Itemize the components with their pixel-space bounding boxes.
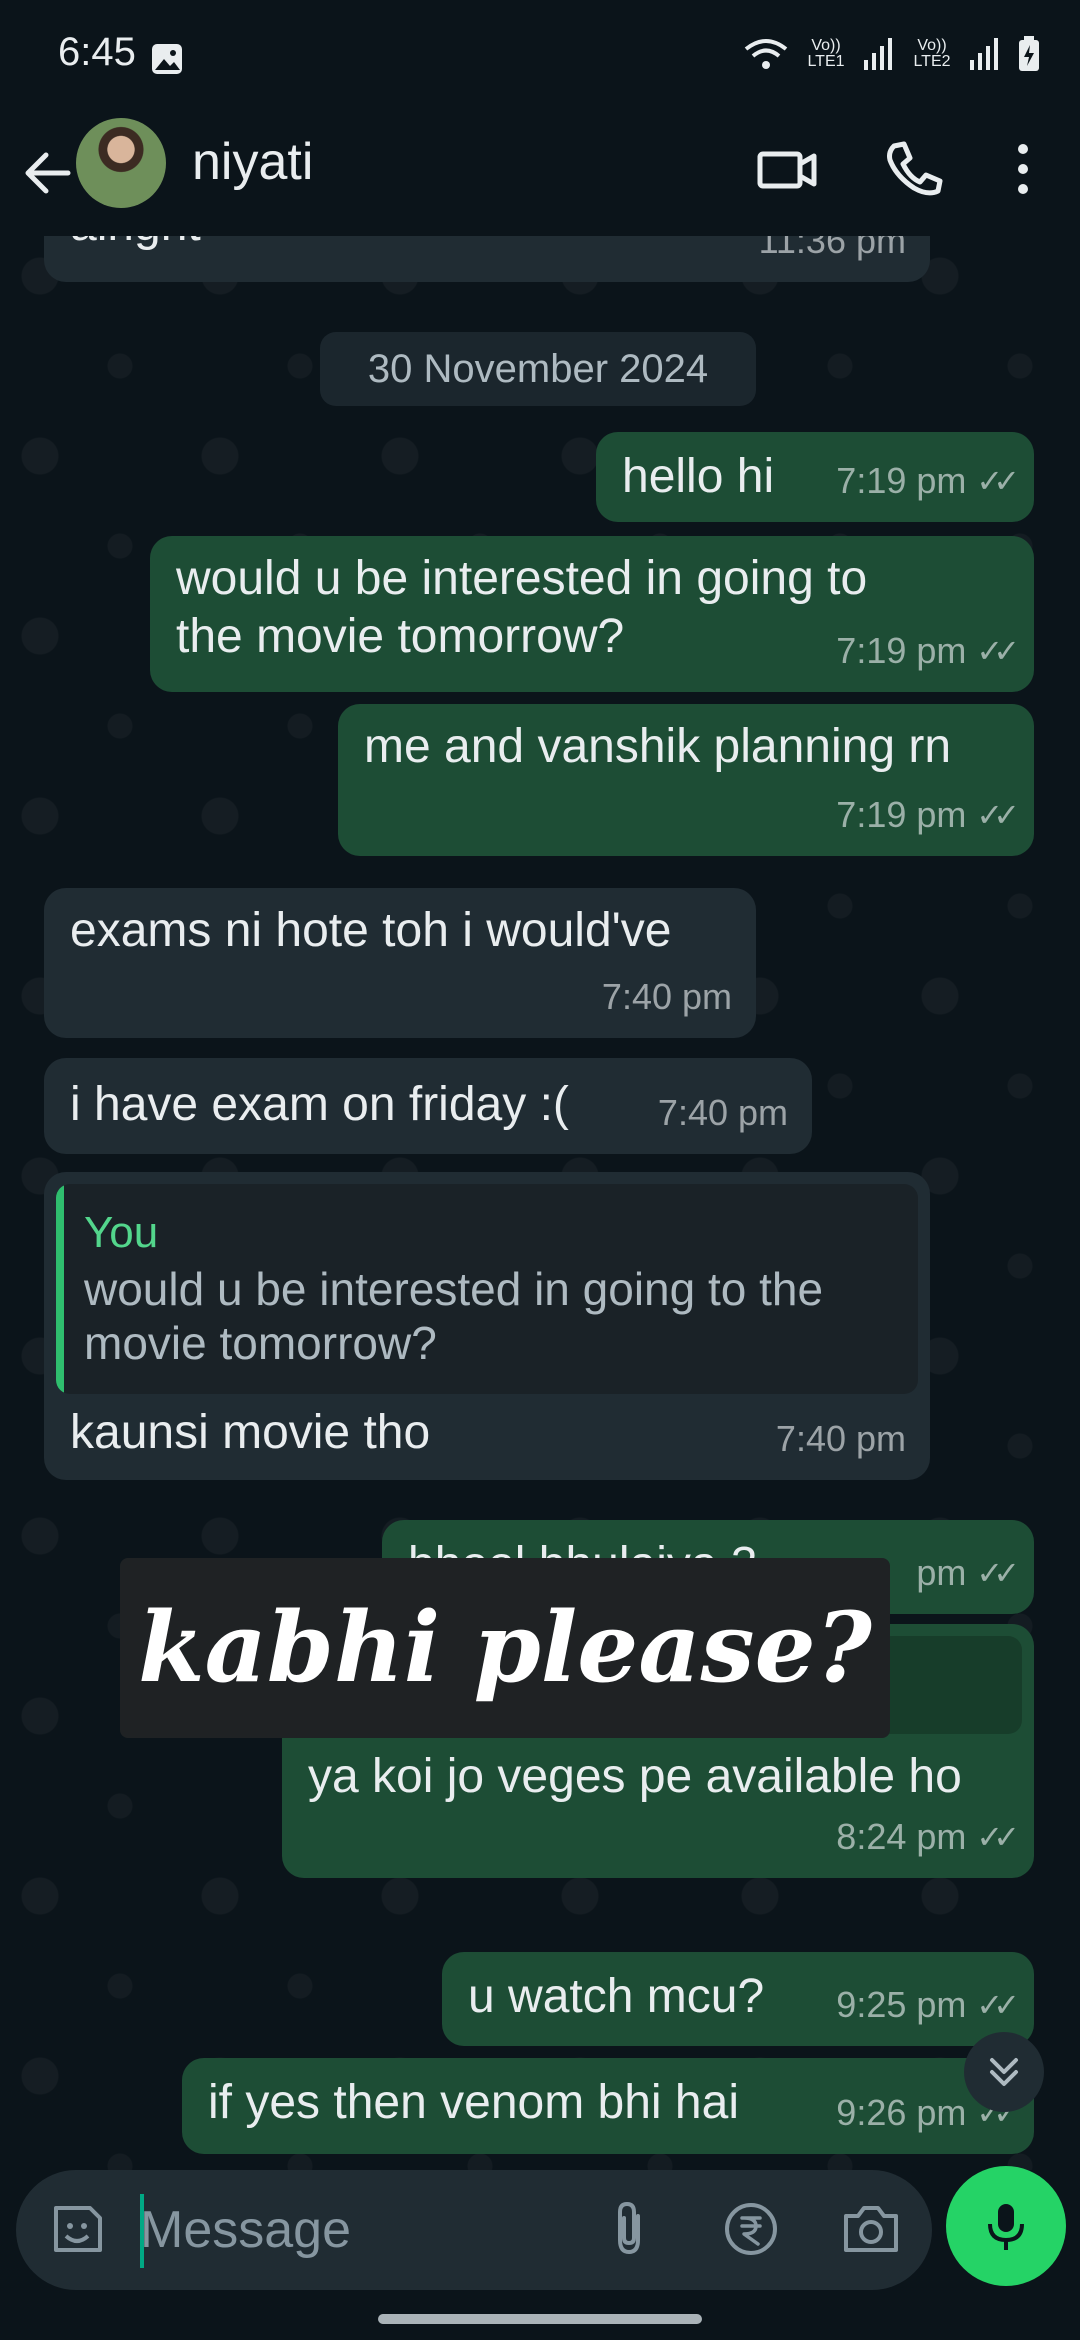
status-bar: 6:45 Vo)) LTE1 Vo)) LTE2 bbox=[0, 0, 1080, 110]
message-time: 11:36 pm bbox=[758, 236, 906, 261]
message-bubble-incoming[interactable]: i have exam on friday :( 7:40 pm bbox=[44, 1058, 812, 1154]
read-ticks-icon: ✓✓ bbox=[976, 1819, 1020, 1855]
message-bubble-outgoing[interactable]: if yes then venom bhi hai 9:26 pm ✓✓ bbox=[182, 2058, 1034, 2154]
message-time: 7:40 pm bbox=[657, 1092, 788, 1133]
read-ticks-icon: ✓✓ bbox=[976, 633, 1020, 669]
scroll-to-bottom-button[interactable] bbox=[964, 2032, 1044, 2112]
more-options-icon[interactable] bbox=[988, 134, 1058, 204]
chat-area[interactable]: alright 11:36 pm 30 November 2024 hello … bbox=[0, 236, 1080, 2170]
contact-avatar[interactable] bbox=[76, 118, 166, 208]
rupee-payment-icon[interactable] bbox=[718, 2196, 784, 2262]
signal1-icon bbox=[864, 38, 892, 70]
message-time: 7:40 pm bbox=[601, 976, 732, 1017]
double-chevron-down-icon bbox=[990, 2058, 1018, 2086]
attach-icon[interactable] bbox=[596, 2196, 662, 2262]
sim2-label: Vo)) LTE2 bbox=[913, 37, 951, 70]
gallery-notification-icon bbox=[152, 44, 182, 74]
message-time: 7:19 pm bbox=[836, 794, 967, 835]
read-ticks-icon: ✓✓ bbox=[976, 1555, 1020, 1591]
message-text: ya koi jo veges pe available ho bbox=[308, 1750, 962, 1803]
message-meta: 7:19 pm ✓✓ bbox=[836, 452, 1020, 510]
mic-icon bbox=[988, 2204, 1024, 2250]
date-divider: 30 November 2024 bbox=[320, 332, 756, 406]
read-ticks-icon: ✓✓ bbox=[976, 797, 1020, 833]
message-text: u watch mcu? bbox=[468, 1970, 765, 2023]
voice-message-button[interactable] bbox=[946, 2166, 1066, 2286]
status-icons: Vo)) LTE1 Vo)) LTE2 bbox=[744, 36, 1040, 72]
message-text: i have exam on friday :( bbox=[70, 1078, 569, 1131]
battery-icon bbox=[1019, 36, 1039, 71]
message-text: kaunsi movie tho bbox=[70, 1406, 431, 1459]
sim1-label: Vo)) LTE1 bbox=[807, 37, 845, 70]
chat-header: niyati bbox=[0, 110, 1080, 236]
message-text: hello hi bbox=[622, 450, 775, 503]
message-bubble-incoming[interactable]: alright 11:36 pm bbox=[44, 236, 930, 282]
overlay-sticker-text: kabhi please? bbox=[120, 1558, 890, 1738]
message-meta: pm ✓✓ bbox=[916, 1544, 1020, 1602]
system-nav-bar bbox=[0, 2290, 1080, 2340]
emoji-icon[interactable] bbox=[44, 2196, 110, 2262]
quote-text: would u be interested in going to the mo… bbox=[84, 1263, 824, 1369]
message-bubble-incoming-reply[interactable]: You would u be interested in going to th… bbox=[44, 1172, 930, 1480]
quote-bar bbox=[56, 1184, 64, 1394]
message-bubble-outgoing[interactable]: would u be interested in going to the mo… bbox=[150, 536, 1034, 692]
message-meta: 7:19 pm ✓✓ bbox=[836, 622, 1020, 680]
read-ticks-icon: ✓✓ bbox=[976, 1987, 1020, 2023]
message-bubble-outgoing[interactable]: hello hi 7:19 pm ✓✓ bbox=[596, 432, 1034, 522]
read-ticks-icon: ✓✓ bbox=[976, 463, 1020, 499]
message-time: 7:40 pm bbox=[775, 1418, 906, 1459]
message-text: if yes then venom bhi hai bbox=[208, 2076, 739, 2129]
quoted-message[interactable]: You would u be interested in going to th… bbox=[56, 1184, 918, 1394]
home-gesture-pill[interactable] bbox=[378, 2314, 702, 2324]
message-bubble-incoming[interactable]: exams ni hote toh i would've 7:40 pm bbox=[44, 888, 756, 1038]
message-time: 7:19 pm bbox=[836, 460, 967, 501]
message-time: 9:26 pm bbox=[836, 2092, 967, 2133]
message-time: 9:25 pm bbox=[836, 1984, 967, 2025]
signal2-icon bbox=[970, 38, 998, 70]
message-meta: 8:24 pm ✓✓ bbox=[836, 1808, 1020, 1866]
message-composer: Message bbox=[16, 2170, 932, 2290]
message-bubble-outgoing[interactable]: u watch mcu? 9:25 pm ✓✓ bbox=[442, 1952, 1034, 2046]
message-input[interactable]: Message bbox=[140, 2200, 351, 2260]
message-meta: 9:25 pm ✓✓ bbox=[836, 1976, 1020, 2034]
message-text: would u be interested in going to the mo… bbox=[176, 552, 868, 663]
message-text: alright bbox=[70, 236, 201, 254]
message-time: 7:19 pm bbox=[836, 630, 967, 671]
message-meta: 7:19 pm ✓✓ bbox=[836, 786, 1020, 844]
status-time: 6:45 bbox=[58, 30, 136, 74]
message-text: exams ni hote toh i would've bbox=[70, 904, 672, 957]
message-bubble-outgoing[interactable]: me and vanshik planning rn 7:19 pm ✓✓ bbox=[338, 704, 1034, 856]
message-text: me and vanshik planning rn bbox=[364, 720, 952, 773]
voice-call-icon[interactable] bbox=[878, 134, 948, 204]
video-call-icon[interactable] bbox=[752, 134, 822, 204]
wifi-icon bbox=[744, 39, 788, 69]
message-time: 8:24 pm bbox=[836, 1816, 967, 1857]
message-time: pm bbox=[916, 1552, 967, 1593]
quote-author: You bbox=[84, 1208, 159, 1257]
contact-name[interactable]: niyati bbox=[192, 132, 313, 192]
back-arrow-icon[interactable] bbox=[18, 138, 78, 208]
camera-icon[interactable] bbox=[838, 2196, 904, 2262]
